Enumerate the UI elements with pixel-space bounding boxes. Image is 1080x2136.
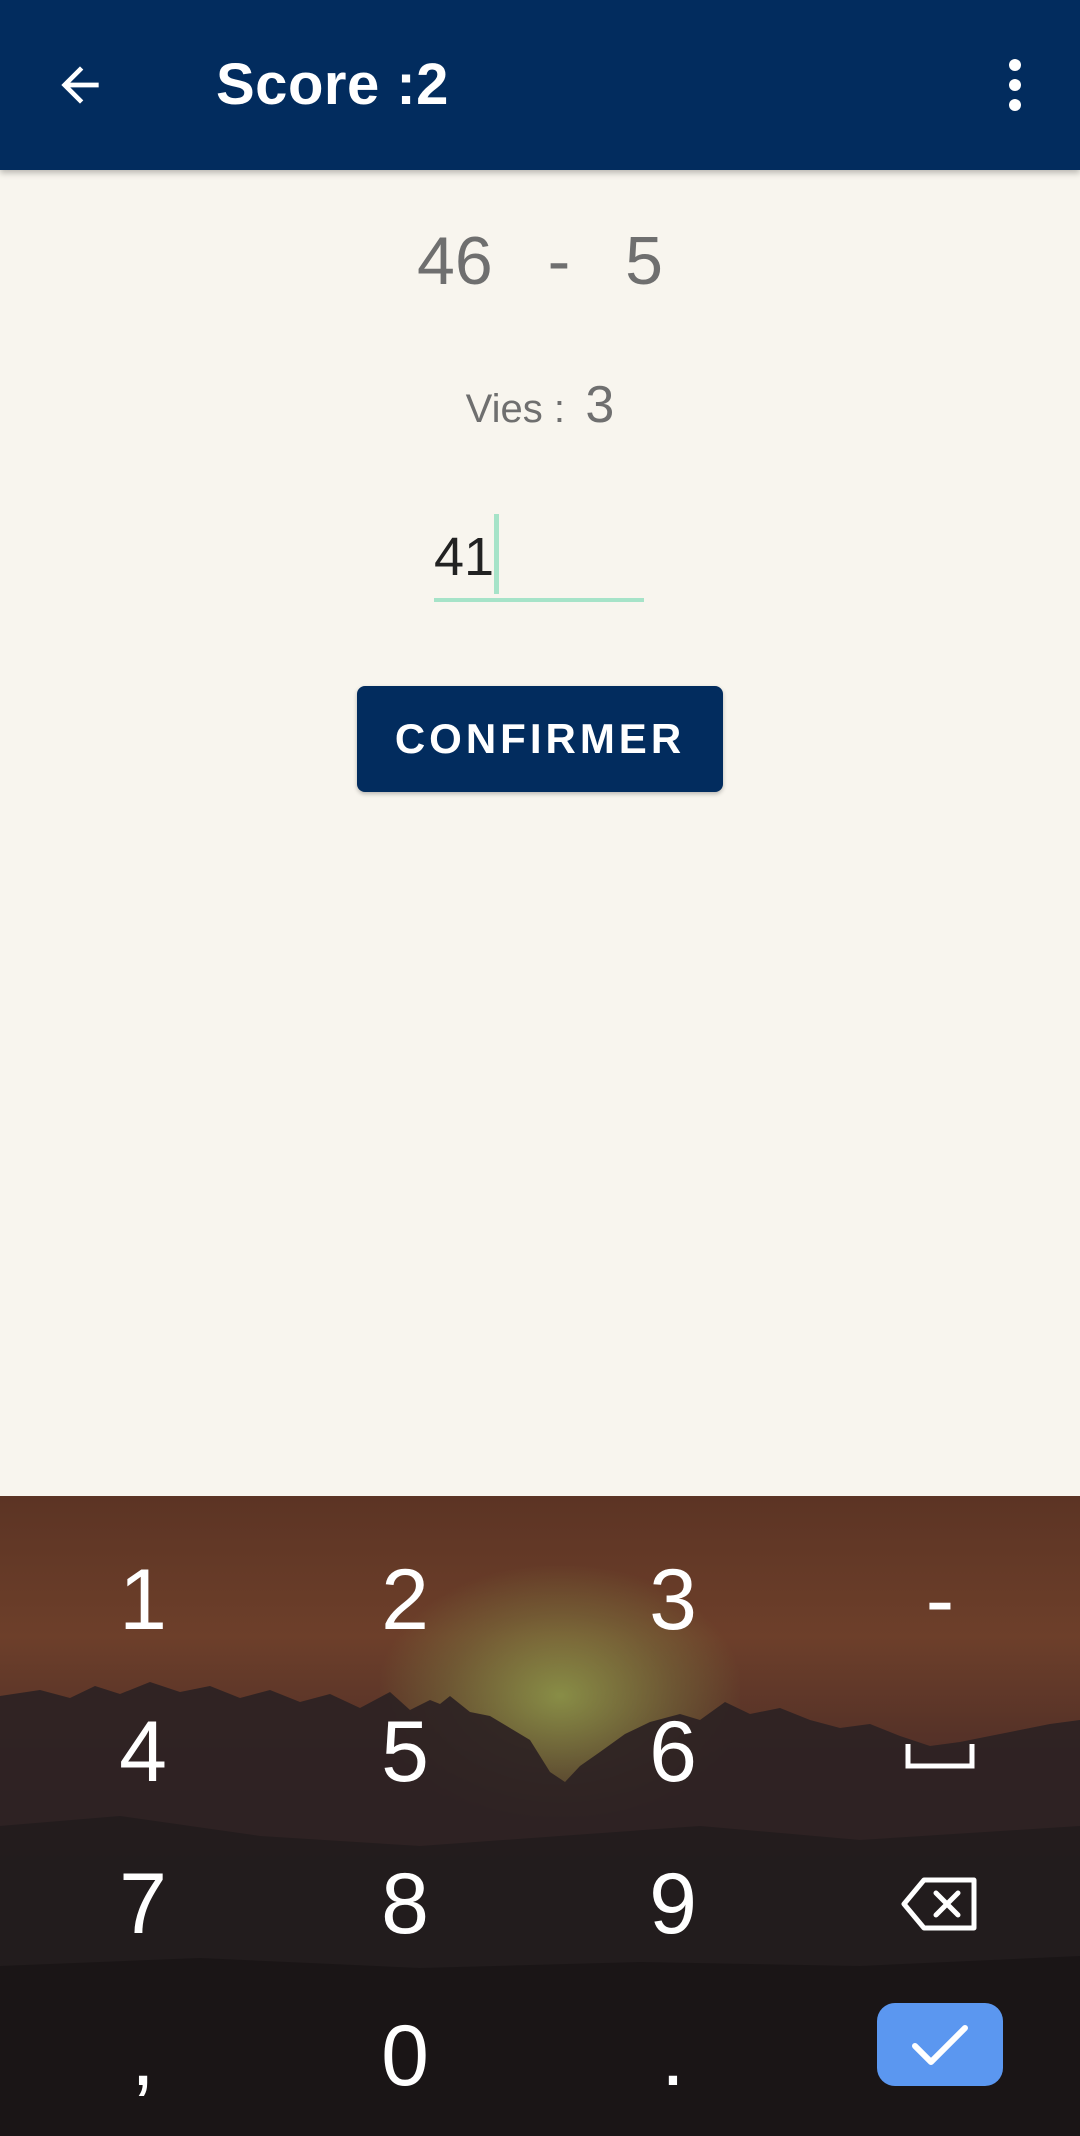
key-comma[interactable]: , bbox=[83, 1996, 203, 2116]
overflow-menu-button[interactable] bbox=[985, 45, 1045, 125]
key-2[interactable]: 2 bbox=[345, 1540, 465, 1660]
key-6[interactable]: 6 bbox=[613, 1692, 733, 1812]
space-bar-icon bbox=[905, 1744, 975, 1769]
math-question: 46 - 5 bbox=[0, 222, 1080, 300]
arrow-left-icon bbox=[61, 66, 99, 104]
answer-input[interactable]: 41 bbox=[434, 508, 644, 602]
key-period[interactable]: . bbox=[613, 1996, 733, 2116]
key-minus[interactable]: - bbox=[880, 1540, 1000, 1660]
app-bar: Score :2 bbox=[0, 0, 1080, 170]
check-icon bbox=[912, 2024, 968, 2065]
key-space[interactable] bbox=[880, 1692, 1000, 1812]
lives-value: 3 bbox=[585, 376, 615, 434]
key-9[interactable]: 9 bbox=[613, 1844, 733, 1964]
backspace-icon bbox=[901, 1877, 977, 1931]
key-0[interactable]: 0 bbox=[345, 1996, 465, 2116]
key-4[interactable]: 4 bbox=[83, 1692, 203, 1812]
text-caret bbox=[494, 514, 499, 594]
page-title: Score :2 bbox=[216, 52, 449, 117]
key-5[interactable]: 5 bbox=[345, 1692, 465, 1812]
operator: - bbox=[547, 223, 571, 299]
lives-row: Vies : 3 bbox=[0, 375, 1080, 435]
back-button[interactable] bbox=[40, 45, 120, 125]
key-3[interactable]: 3 bbox=[613, 1540, 733, 1660]
more-vert-icon bbox=[1009, 59, 1021, 111]
operand-2: 5 bbox=[625, 223, 663, 299]
lives-label: Vies : bbox=[465, 387, 565, 431]
key-7[interactable]: 7 bbox=[83, 1844, 203, 1964]
key-backspace[interactable] bbox=[880, 1844, 1000, 1964]
key-1[interactable]: 1 bbox=[83, 1540, 203, 1660]
key-enter[interactable] bbox=[877, 2003, 1003, 2086]
key-8[interactable]: 8 bbox=[345, 1844, 465, 1964]
confirm-button[interactable]: CONFIRMER bbox=[357, 686, 723, 792]
answer-value: 41 bbox=[434, 527, 495, 587]
operand-1: 46 bbox=[417, 223, 493, 299]
